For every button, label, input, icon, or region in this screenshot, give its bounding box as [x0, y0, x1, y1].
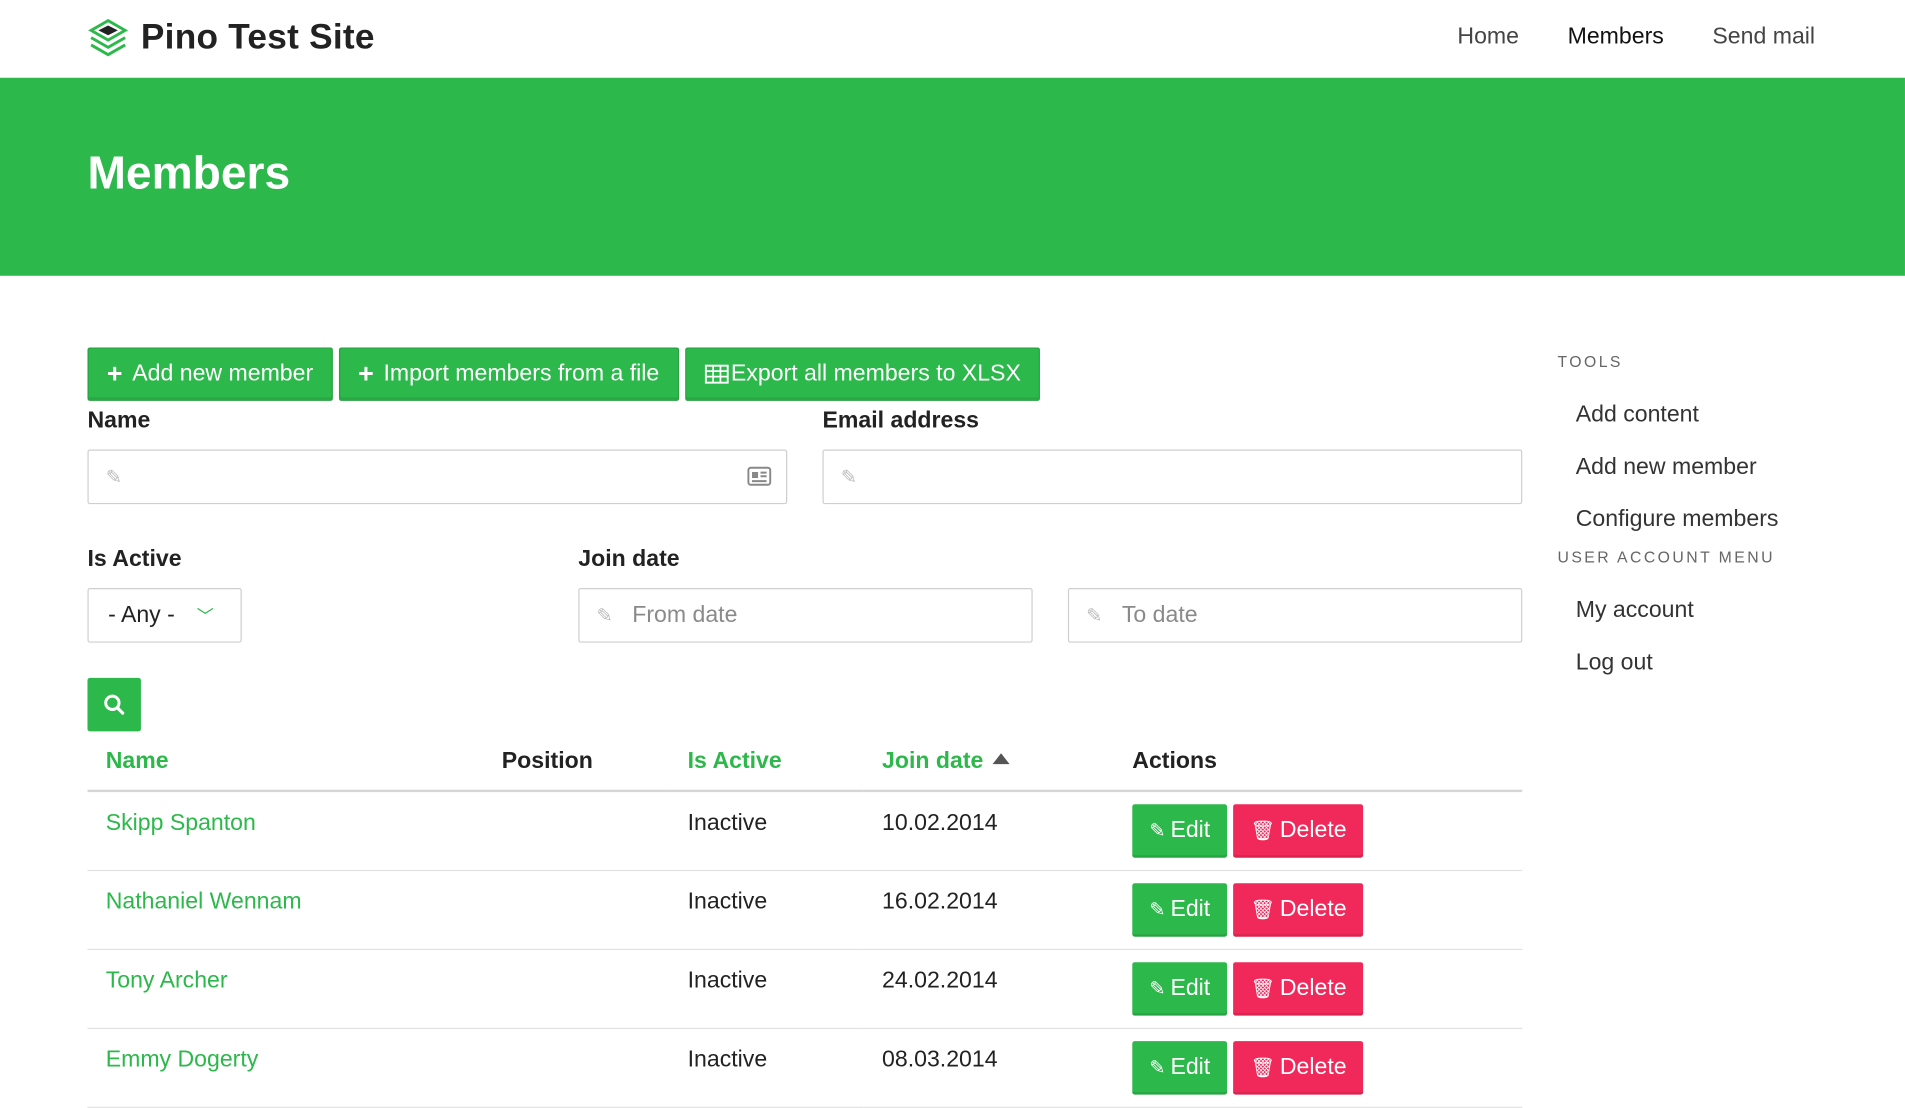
- main-nav: Home Members Send mail: [1409, 24, 1815, 51]
- edit-button[interactable]: ✎ Edit: [1132, 883, 1228, 937]
- table-header-row: Name Position Is Active Join date Action…: [87, 736, 1523, 793]
- table-row: Tony Archer Inactive 24.02.2014 ✎ Edit 🗑 D…: [87, 949, 1523, 1030]
- delete-button[interactable]: 🗑 Delete: [1233, 962, 1364, 1016]
- member-status: Inactive: [687, 1047, 768, 1073]
- member-status: Inactive: [687, 968, 768, 994]
- add-member-button[interactable]: + Add new member: [87, 347, 333, 401]
- sidebar-item-my-account[interactable]: My account: [1576, 598, 1862, 625]
- member-status: Inactive: [687, 810, 768, 836]
- col-header-position: Position: [483, 736, 670, 793]
- nav-home[interactable]: Home: [1457, 24, 1519, 51]
- col-header-name[interactable]: Name: [87, 736, 484, 793]
- plus-icon: +: [358, 358, 374, 389]
- member-join-date: 24.02.2014: [882, 968, 998, 994]
- member-position: [502, 1029, 651, 1047]
- member-name-link[interactable]: Nathaniel Wennam: [106, 871, 466, 916]
- table-row: Nathaniel Wennam Inactive 16.02.2014 ✎ Ed…: [87, 870, 1523, 951]
- pencil-icon: ✎: [1149, 821, 1166, 842]
- search-icon: [104, 694, 125, 715]
- sort-ascending-icon: [993, 753, 1011, 765]
- sidebar-item-configure-members[interactable]: Configure members: [1576, 507, 1862, 534]
- plus-icon: +: [106, 358, 123, 389]
- pencil-icon: ✎: [1086, 605, 1103, 627]
- chevron-down-icon: ﹀: [196, 605, 214, 626]
- import-members-button[interactable]: + Import members from a file: [338, 347, 679, 401]
- top-bar: Pino Test Site Home Members Send mail: [0, 0, 1905, 78]
- nav-send-mail[interactable]: Send mail: [1712, 24, 1815, 51]
- col-header-actions: Actions: [1114, 736, 1523, 793]
- member-name-link[interactable]: Tony Archer: [106, 950, 466, 995]
- trash-icon: 🗑: [1250, 821, 1275, 842]
- sidebar: Tools Add content Add new member Configu…: [1558, 352, 1862, 676]
- members-table: Name Position Is Active Join date Action…: [87, 736, 1523, 1108]
- member-position: [502, 871, 651, 889]
- contact-card-icon: [747, 466, 772, 486]
- name-filter-label: Name: [87, 408, 151, 434]
- email-filter-input[interactable]: ✎: [822, 449, 1523, 505]
- name-filter-input[interactable]: ✎: [87, 449, 788, 505]
- account-menu-heading: User account menu: [1557, 547, 1775, 567]
- edit-button[interactable]: ✎ Edit: [1132, 962, 1228, 1016]
- member-join-date: 10.02.2014: [882, 810, 998, 836]
- member-name-link[interactable]: Skipp Spanton: [106, 792, 466, 837]
- delete-button[interactable]: 🗑 Delete: [1233, 883, 1364, 937]
- member-status: Inactive: [687, 889, 768, 915]
- member-join-date: 16.02.2014: [882, 889, 998, 915]
- table-row: Skipp Spanton Inactive 10.02.2014 ✎ Edit …: [87, 790, 1523, 872]
- table-row: Emmy Dogerty Inactive 08.03.2014 ✎ Edit 🗑…: [87, 1028, 1523, 1108]
- active-filter-select[interactable]: - Any - ﹀: [87, 588, 242, 643]
- active-filter-label: Is Active: [87, 546, 182, 573]
- trash-icon: 🗑: [1250, 979, 1275, 1000]
- tools-heading: Tools: [1557, 352, 1623, 371]
- sidebar-item-log-out[interactable]: Log out: [1576, 650, 1862, 677]
- col-header-is-active[interactable]: Is Active: [669, 736, 864, 793]
- page-banner: Members: [0, 77, 1905, 276]
- pencil-icon: ✎: [596, 605, 613, 627]
- page-title: Members: [87, 148, 291, 200]
- main-content: + Add new member + Import members from a…: [87, 347, 1522, 401]
- site-brand[interactable]: Pino Test Site: [87, 17, 374, 58]
- trash-icon: 🗑: [1250, 1058, 1275, 1079]
- pencil-icon: ✎: [1149, 900, 1166, 921]
- export-xlsx-button[interactable]: Export all members to XLSX: [684, 347, 1041, 401]
- delete-button[interactable]: 🗑 Delete: [1233, 1041, 1364, 1095]
- pencil-icon: ✎: [105, 467, 122, 488]
- join-date-label: Join date: [578, 546, 680, 573]
- site-name[interactable]: Pino Test Site: [141, 18, 375, 58]
- member-position: [502, 950, 651, 968]
- sidebar-item-add-new-member[interactable]: Add new member: [1576, 454, 1862, 481]
- pencil-icon: ✎: [1149, 979, 1166, 1000]
- sidebar-item-add-content[interactable]: Add content: [1576, 402, 1862, 429]
- pencil-icon: ✎: [1149, 1058, 1166, 1079]
- stack-logo-icon: [88, 18, 129, 57]
- edit-button[interactable]: ✎ Edit: [1132, 1041, 1228, 1095]
- col-header-join-date[interactable]: Join date: [863, 736, 1115, 793]
- pencil-icon: ✎: [840, 467, 857, 488]
- search-button[interactable]: [87, 677, 141, 732]
- nav-members[interactable]: Members: [1568, 24, 1664, 51]
- member-join-date: 08.03.2014: [882, 1047, 998, 1073]
- to-date-input[interactable]: ✎ To date: [1067, 588, 1523, 643]
- member-position: [502, 792, 651, 810]
- edit-button[interactable]: ✎ Edit: [1132, 804, 1228, 858]
- delete-button[interactable]: 🗑 Delete: [1233, 804, 1364, 858]
- table-icon: [704, 364, 729, 384]
- action-buttons: + Add new member + Import members from a…: [87, 347, 1522, 401]
- from-date-input[interactable]: ✎ From date: [578, 588, 1033, 643]
- member-name-link[interactable]: Emmy Dogerty: [106, 1029, 466, 1074]
- email-filter-label: Email address: [822, 408, 980, 434]
- trash-icon: 🗑: [1250, 900, 1275, 921]
